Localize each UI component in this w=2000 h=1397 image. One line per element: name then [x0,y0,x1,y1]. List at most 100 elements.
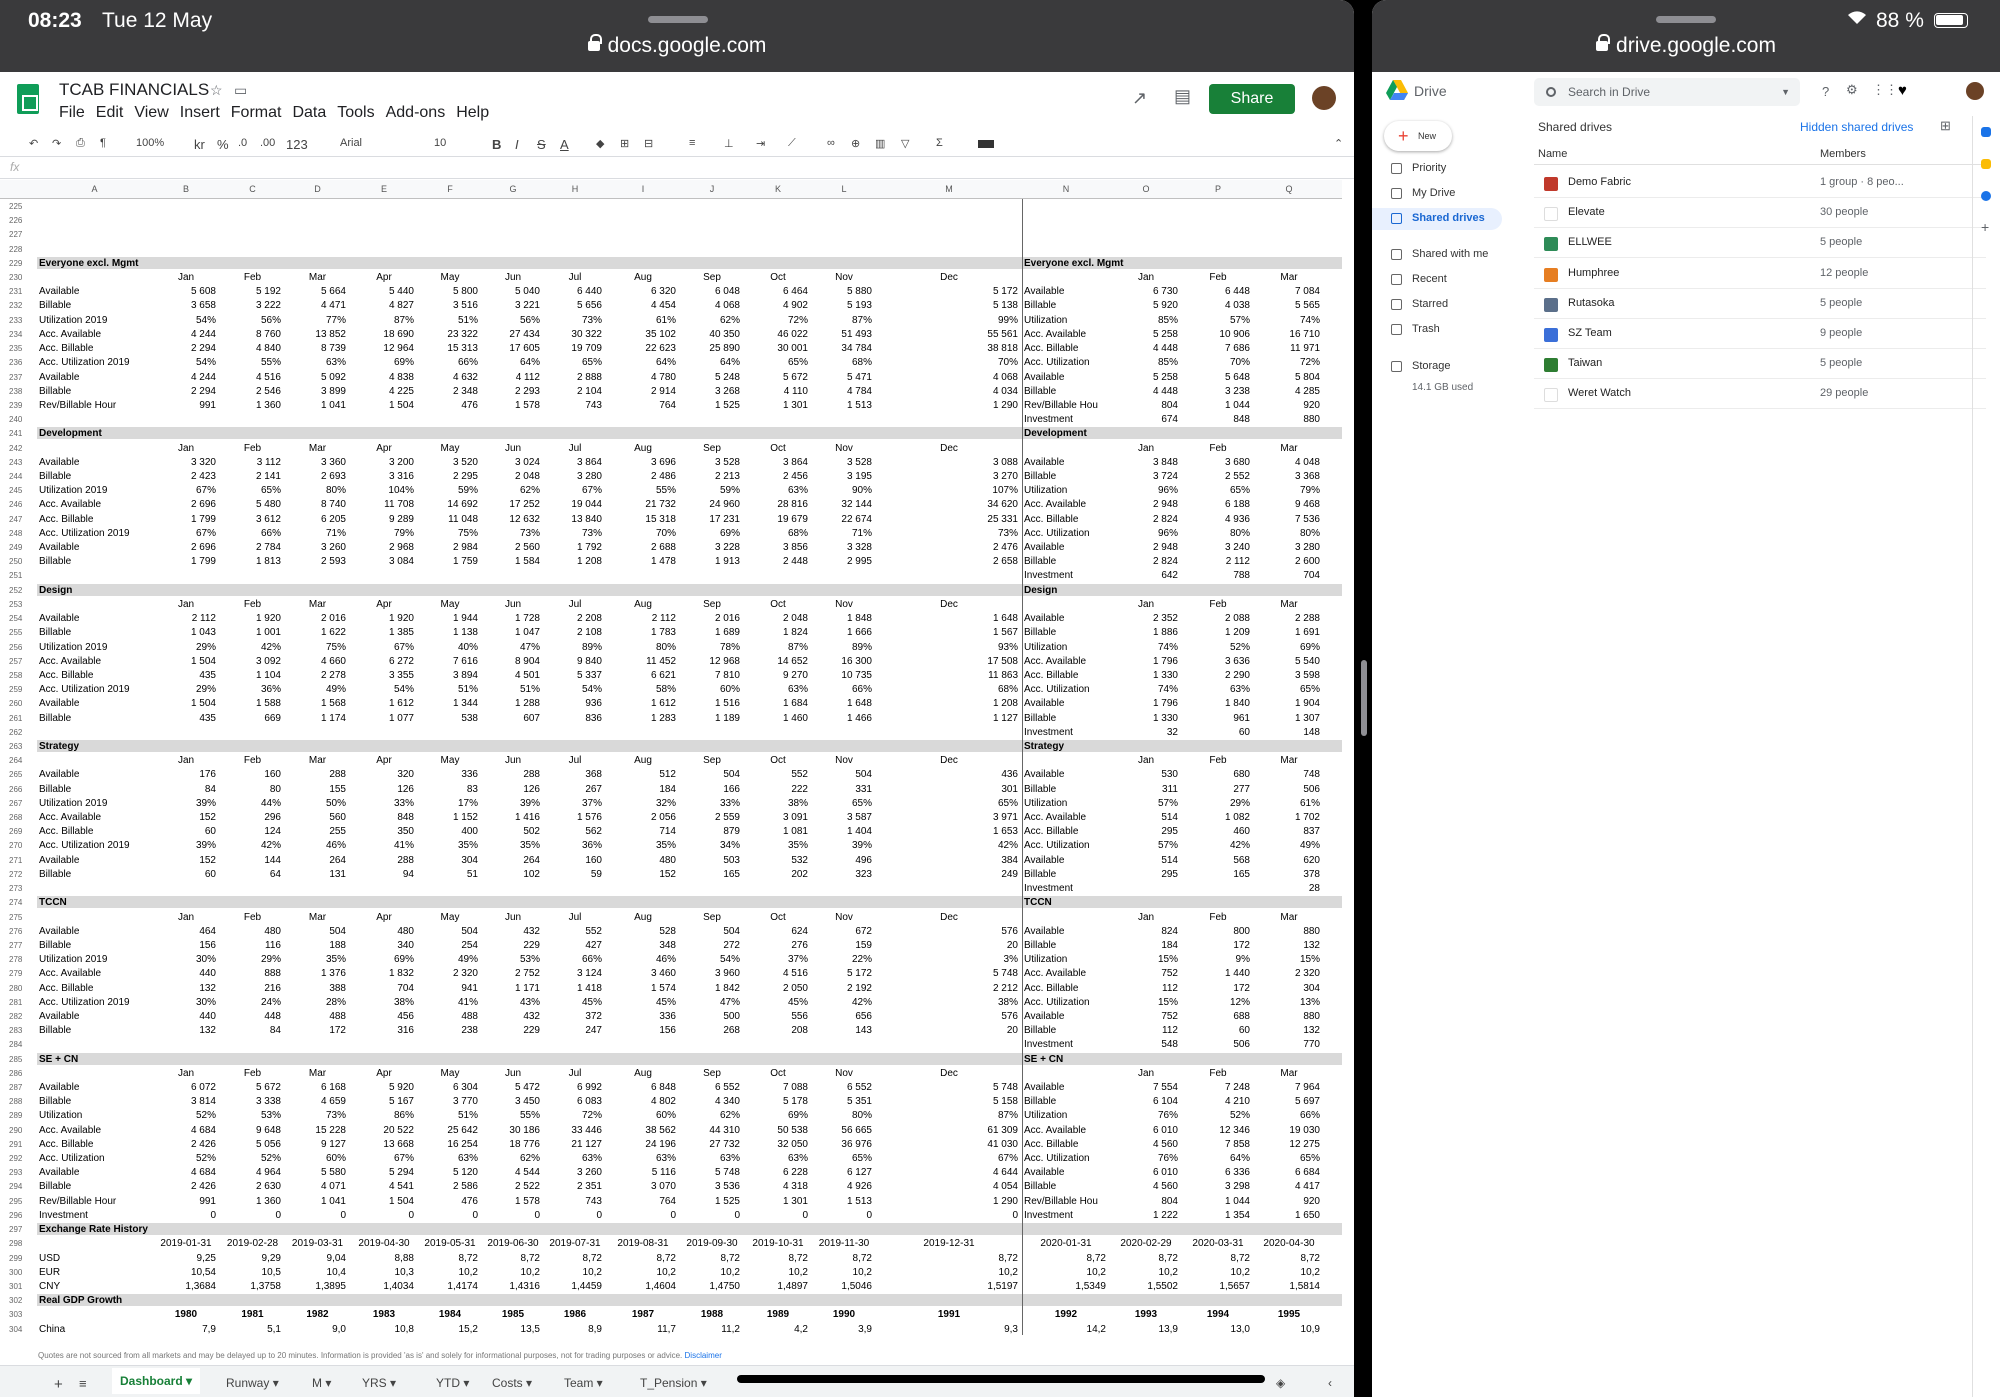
cell[interactable]: 32 [1110,727,1178,738]
org-logo-icon[interactable]: ♥ [1898,82,1907,99]
cell[interactable]: 24 196 [606,1139,676,1150]
increase-decimal-button[interactable]: .00 [260,137,275,149]
cell[interactable]: 19 709 [544,343,602,354]
row-number[interactable]: 290 [0,1126,37,1135]
row-number[interactable]: 234 [0,330,37,339]
cell[interactable]: Billable [39,471,71,482]
cell[interactable]: 63% [285,357,346,368]
cell[interactable]: 837 [1254,826,1320,837]
cell[interactable]: Dec [876,755,1022,766]
cell[interactable]: 350 [350,826,414,837]
table-row[interactable]: Available 2 112 1 920 2 016 1 920 1 944 1 728 2… [37,612,1342,626]
cell[interactable]: 62% [680,315,740,326]
cell[interactable]: 3 612 [220,514,281,525]
search-options-icon[interactable]: ▼ [1781,78,1790,106]
table-row[interactable]: Acc. Available 152 296 560 848 1 152 1 416 1 57… [37,811,1342,825]
cell[interactable]: 4 660 [285,656,346,667]
new-button[interactable]: + New [1384,121,1452,151]
cell[interactable]: 680 [1182,769,1250,780]
cell[interactable]: Acc. Available [1024,968,1086,979]
cell[interactable]: 24 960 [680,499,740,510]
cell[interactable]: 432 [482,1011,540,1022]
cell[interactable]: Acc. Utilization [1024,684,1090,695]
cell[interactable]: 7 088 [744,1082,808,1093]
cell[interactable]: 1 209 [1182,627,1250,638]
cell[interactable]: 66% [1254,1110,1320,1121]
cell[interactable]: 1 578 [482,1196,540,1207]
cell[interactable]: 5 092 [285,372,346,383]
cell[interactable]: 96% [1110,528,1178,539]
table-row[interactable]: Jan Feb Mar Apr May Jun Jul Aug Sep Oct Nov Dec Jan F… [37,911,1342,925]
cell[interactable]: 3 864 [544,457,602,468]
merge-cells-icon[interactable]: ⊟ [644,137,653,150]
cell[interactable]: 222 [744,784,808,795]
table-row[interactable]: Investment 32 60 148 [37,726,1342,740]
cell[interactable]: 66% [220,528,281,539]
cell[interactable]: 20 [876,1025,1018,1036]
cell[interactable]: Acc. Billable [39,1139,93,1150]
section-header-row[interactable]: Development Development [37,427,1342,440]
cell[interactable]: 267 [544,784,602,795]
cell[interactable]: 743 [544,400,602,411]
cell[interactable]: Real GDP Growth [39,1295,122,1306]
cell[interactable]: 496 [812,855,872,866]
cell[interactable]: 54% [350,684,414,695]
cell[interactable]: Jan [1110,443,1182,454]
shared-drive-row[interactable]: SZ Team 9 people [1534,319,1986,349]
cell[interactable]: 552 [744,769,808,780]
cell[interactable]: 65% [744,357,808,368]
cell[interactable]: Billable [1024,1096,1056,1107]
cell[interactable]: 460 [1182,826,1250,837]
cell[interactable]: 4 780 [606,372,676,383]
cell[interactable]: Billable [1024,471,1056,482]
cell[interactable]: 3 536 [680,1181,740,1192]
cell[interactable]: Aug [606,755,680,766]
cell[interactable]: 1 588 [220,698,281,709]
cell[interactable]: 7,9 [152,1324,216,1335]
table-row[interactable]: Acc. Utilization 2019 67% 66% 71% 79% 75% 73% 7… [37,527,1342,541]
cell[interactable]: 5 880 [812,286,872,297]
cell[interactable]: Jun [482,912,544,923]
cell[interactable]: 5 178 [744,1096,808,1107]
cell[interactable]: 1 044 [1182,1196,1250,1207]
table-row[interactable]: Acc. Billable 132 216 388 704 941 1 171 1 418 1 … [37,982,1342,996]
cell[interactable]: 2 984 [418,542,478,553]
cell[interactable]: 6 848 [606,1082,676,1093]
cell[interactable]: 512 [606,769,676,780]
table-row[interactable]: Billable 3 814 3 338 4 659 5 167 3 770 3 450 6 … [37,1095,1342,1109]
cell[interactable]: Acc. Utilization [1024,357,1090,368]
cell[interactable]: 67% [152,528,216,539]
cell[interactable]: 1 796 [1110,656,1178,667]
table-row[interactable]: Investment 548 506 770 [37,1038,1342,1052]
column-header-G[interactable]: G [482,184,544,194]
cell[interactable]: 2 320 [1254,968,1320,979]
row-number[interactable]: 252 [0,586,37,595]
cell[interactable]: 132 [1254,1025,1320,1036]
cell[interactable]: Acc. Billable [1024,826,1078,837]
cell[interactable]: 301 [876,784,1018,795]
cell[interactable]: 1 513 [812,400,872,411]
cell[interactable]: 1 082 [1182,812,1250,823]
cell[interactable]: 1 944 [418,613,478,624]
sheet-tab-costs[interactable]: Costs ▾ [492,1376,532,1390]
row-number[interactable]: 261 [0,714,37,723]
cell[interactable]: 9 289 [350,514,414,525]
cell[interactable]: 323 [812,869,872,880]
cell[interactable]: 1,5502 [1110,1281,1178,1292]
cell[interactable]: 42% [220,840,281,851]
table-row[interactable]: Billable 1 043 1 001 1 622 1 385 1 138 1 047 2 … [37,626,1342,640]
cell[interactable]: 268 [680,1025,740,1036]
cell[interactable]: 2 290 [1182,670,1250,681]
cell[interactable]: 503 [680,855,740,866]
cell[interactable]: 74% [1254,315,1320,326]
menu-help[interactable]: Help [456,104,489,121]
cell[interactable]: 2 423 [152,471,216,482]
cell[interactable]: 32 050 [744,1139,808,1150]
row-number[interactable]: 229 [0,259,37,268]
zoom-select[interactable]: 100% [136,137,164,149]
cell[interactable]: 372 [544,1011,602,1022]
cell[interactable]: 1987 [606,1309,680,1320]
cell[interactable]: Acc. Billable [39,514,93,525]
cell[interactable]: 3 260 [285,542,346,553]
cell[interactable]: 1 653 [876,826,1018,837]
